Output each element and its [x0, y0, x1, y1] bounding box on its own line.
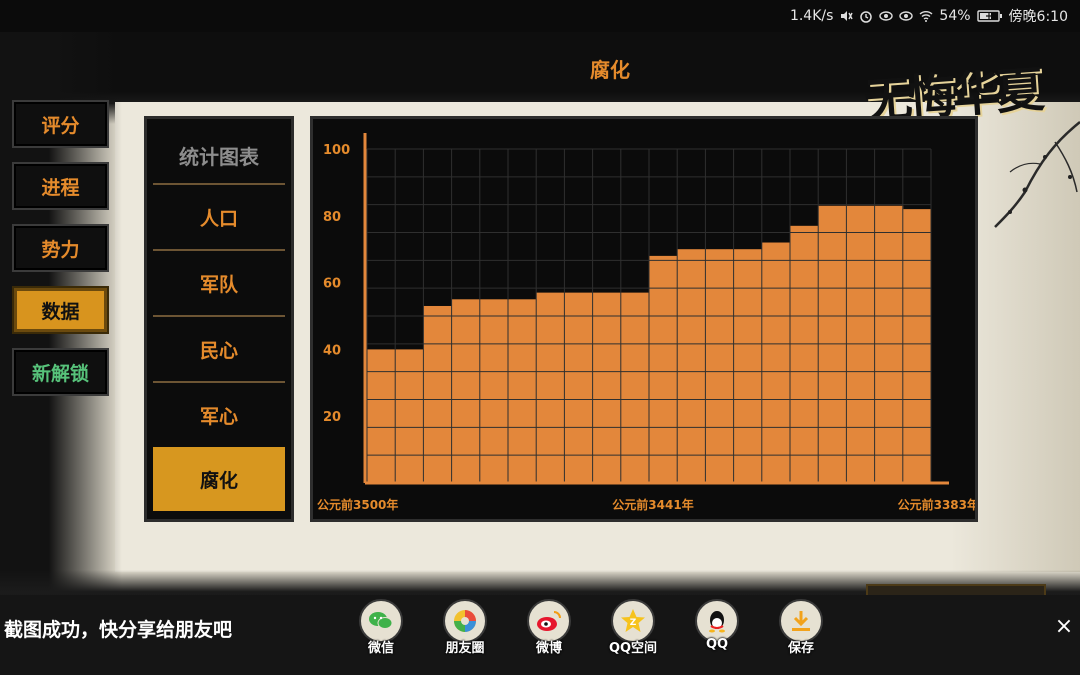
svg-text:Z: Z: [630, 618, 637, 628]
share-label: 保存: [787, 641, 814, 656]
eye-icon: [899, 11, 914, 21]
data-bar: [874, 205, 904, 483]
sidebar-label: 进程: [41, 176, 80, 199]
share-label: 微信: [367, 641, 394, 656]
sidebar-label: 新解锁: [31, 362, 89, 385]
data-bar: [846, 205, 876, 483]
game-screen: 腐化 无悔华夏 评分 进程 势力 数据 新解锁 统计图表 人口 军队 民心 军心…: [0, 32, 1080, 641]
sidebar-label: 势力: [41, 238, 80, 261]
net-speed: 1.4K/s: [789, 8, 834, 24]
share-qq-button[interactable]: QQ: [682, 599, 752, 659]
share-bar: 截图成功，快分享给朋友吧 微信 朋友圈 微博 Z QQ空间 QQ 保存 ×: [0, 595, 1080, 675]
sidebar-button-factions[interactable]: 势力: [12, 224, 109, 272]
data-bar: [818, 205, 847, 483]
share-wechat-button[interactable]: 微信: [346, 599, 416, 659]
close-icon[interactable]: ×: [1052, 615, 1076, 639]
menu-item-corruption[interactable]: 腐化: [153, 447, 285, 511]
data-bar: [902, 209, 932, 483]
x-tick-label: 公元前3500年: [317, 497, 398, 512]
page-title: 腐化: [590, 58, 630, 82]
data-bar: [649, 255, 678, 483]
data-bar: [761, 242, 791, 483]
data-bar: [367, 349, 396, 483]
y-tick-label: 60: [323, 277, 341, 292]
menu-item-label: 军队: [199, 273, 238, 296]
data-bar: [536, 292, 565, 483]
menu-item-public-support[interactable]: 民心: [153, 317, 285, 381]
data-bar: [733, 249, 763, 483]
battery-level: 54%: [939, 8, 971, 24]
alarm-icon: [860, 11, 873, 23]
eye-icon: [879, 11, 894, 21]
chart-panel: 20 40 60 80 100 公元前3500年 公元前3441年 公元前3383年: [310, 116, 978, 522]
menu-item-label: 军心: [199, 405, 238, 428]
x-tick-label: 公元前3441年: [612, 497, 693, 512]
battery-icon: [976, 10, 1002, 22]
share-weibo-button[interactable]: 微博: [514, 599, 584, 659]
wifi-icon: [919, 11, 933, 22]
menu-item-label: 腐化: [199, 469, 238, 492]
data-bar: [423, 305, 453, 483]
x-tick-label: 公元前3383年: [898, 497, 975, 512]
share-label: QQ空间: [608, 641, 658, 656]
status-bar: 1.4K/s 54% 傍晚6:10: [0, 0, 1080, 32]
share-save-button[interactable]: 保存: [766, 599, 836, 659]
data-bar: [677, 249, 706, 483]
data-bar: [592, 292, 622, 483]
y-tick-label: 40: [323, 343, 341, 358]
mute-icon: [841, 11, 854, 21]
share-qzone-button[interactable]: Z QQ空间: [598, 599, 668, 659]
y-tick-label: 20: [323, 410, 341, 425]
share-label: 朋友圈: [445, 641, 485, 656]
corruption-chart: 20 40 60 80 100 公元前3500年 公元前3441年 公元前3383年: [317, 133, 975, 512]
menu-item-population[interactable]: 人口: [153, 185, 285, 249]
y-tick-label: 100: [323, 143, 350, 158]
stats-menu: 统计图表 人口 军队 民心 军心 腐化: [144, 116, 294, 522]
share-label: QQ: [705, 637, 729, 652]
share-moments-button[interactable]: 朋友圈: [430, 599, 500, 659]
data-bar: [395, 349, 424, 483]
plum-branch-decoration: [994, 121, 1080, 228]
clock: 傍晚6:10: [1008, 9, 1068, 25]
data-bar: [564, 292, 594, 483]
sidebar-label: 数据: [41, 300, 80, 323]
data-bar: [620, 292, 650, 483]
menu-item-label: 人口: [199, 207, 238, 230]
menu-item-morale[interactable]: 军心: [153, 383, 285, 447]
menu-item-label: 民心: [199, 339, 238, 362]
stats-menu-title: 统计图表: [179, 145, 259, 169]
y-tick-label: 80: [323, 210, 341, 225]
sidebar-button-unlocks[interactable]: 新解锁: [12, 348, 109, 396]
share-label: 微博: [535, 641, 562, 656]
data-bar: [705, 249, 735, 483]
sidebar-button-progress[interactable]: 进程: [12, 162, 109, 210]
data-bar: [790, 225, 819, 483]
menu-item-army[interactable]: 军队: [153, 251, 285, 315]
share-message: 截图成功，快分享给朋友吧: [4, 619, 233, 641]
sidebar-button-data[interactable]: 数据: [12, 286, 109, 334]
sidebar-button-score[interactable]: 评分: [12, 100, 109, 148]
sidebar-label: 评分: [41, 114, 80, 137]
